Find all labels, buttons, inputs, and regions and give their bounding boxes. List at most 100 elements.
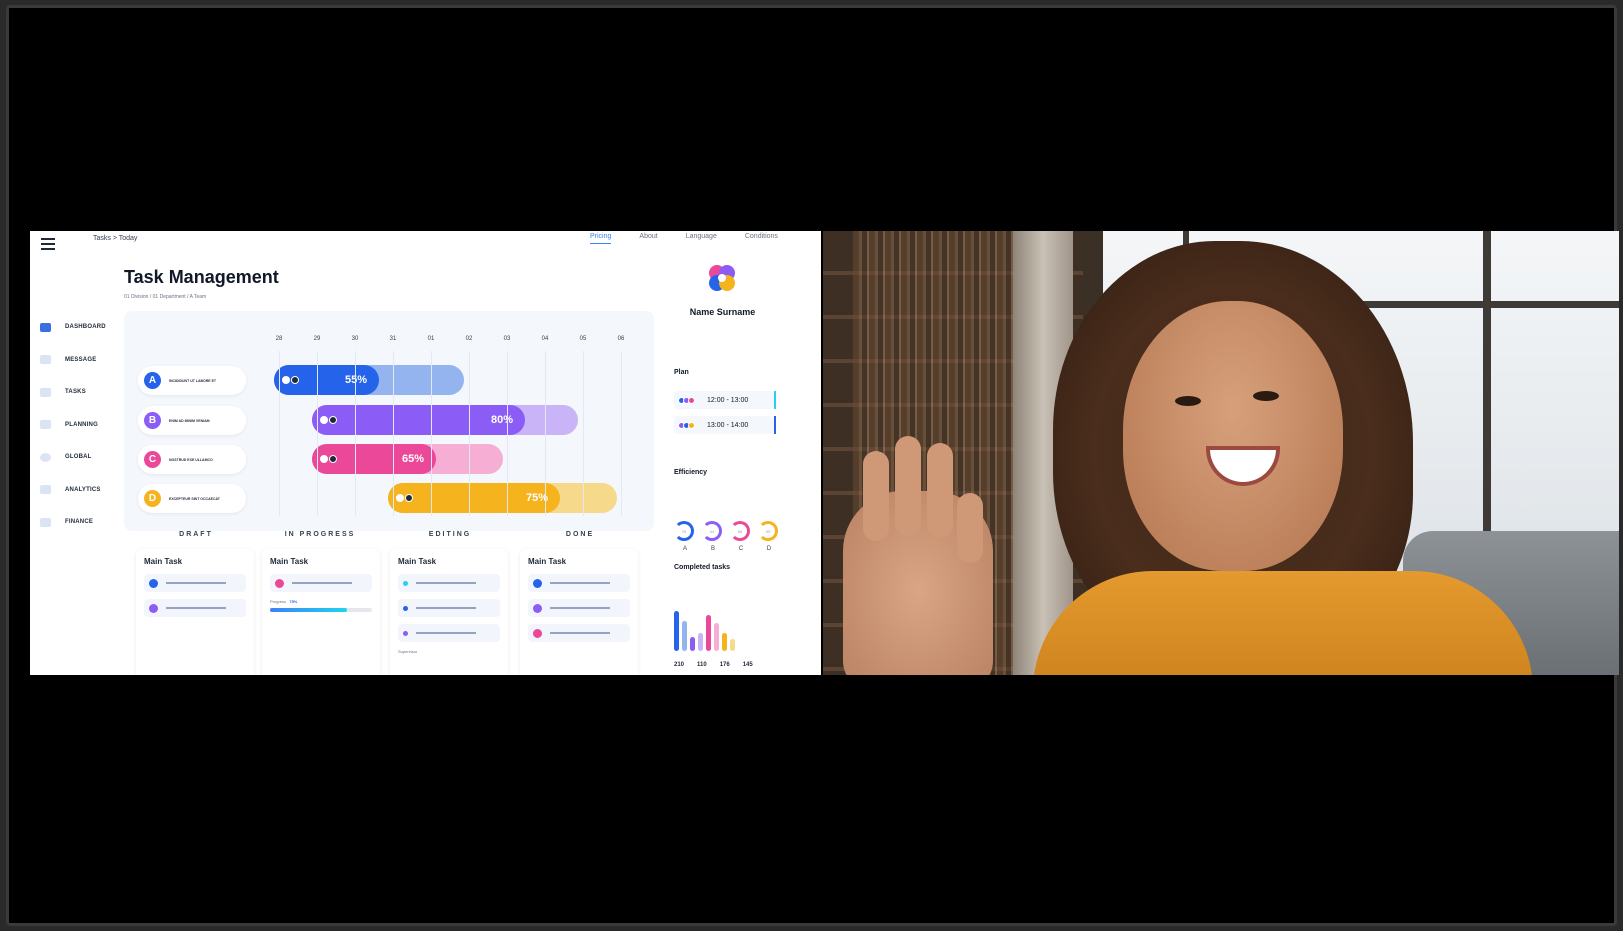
sidebar-item-label: ANALYTICS bbox=[65, 486, 101, 493]
gantt-grid-line bbox=[469, 351, 470, 516]
efficiency-rings: 75 A 44 B 68 C 55 D bbox=[674, 521, 780, 552]
completed-value: 145 bbox=[742, 662, 753, 668]
card-title: Main Task bbox=[144, 557, 183, 566]
check-icon bbox=[40, 387, 51, 397]
list-item[interactable] bbox=[528, 624, 630, 642]
supervisor-label: Supervisor bbox=[398, 649, 418, 654]
gantt-day-label: 30 bbox=[351, 336, 359, 342]
gantt-grid-line bbox=[583, 351, 584, 516]
list-item[interactable] bbox=[528, 599, 630, 617]
sidebar-item-dashboard[interactable]: DASHBOARD bbox=[40, 311, 130, 344]
list-item[interactable] bbox=[398, 624, 500, 642]
gantt-day-label: 03 bbox=[503, 336, 511, 342]
gantt-day-label: 02 bbox=[465, 336, 473, 342]
nav-pricing[interactable]: Pricing bbox=[590, 233, 612, 244]
completed-tasks-chart bbox=[674, 609, 735, 651]
kanban-card-done[interactable]: Main Task bbox=[520, 549, 638, 675]
list-item[interactable] bbox=[398, 599, 500, 617]
finger bbox=[863, 451, 889, 541]
column-header-done: DONE bbox=[565, 531, 595, 538]
column-header-draft: DRAFT bbox=[179, 531, 213, 538]
gantt-day-label: 28 bbox=[275, 336, 283, 342]
progress-bar bbox=[270, 608, 372, 612]
person-eye bbox=[1253, 391, 1279, 401]
calendar-icon bbox=[40, 420, 51, 430]
list-item[interactable] bbox=[144, 574, 246, 592]
completed-tasks-label: Completed tasks bbox=[674, 564, 731, 571]
sidebar-item-tasks[interactable]: TASKS bbox=[40, 376, 130, 409]
card-title: Main Task bbox=[270, 557, 309, 566]
gantt-day-label: 06 bbox=[617, 336, 625, 342]
kanban-card-in-progress[interactable]: Main Task Progress 75% bbox=[262, 549, 380, 675]
completed-value: 176 bbox=[719, 662, 730, 668]
task-card[interactable]: A INCIDIDUNT UT LABORE ET bbox=[138, 366, 246, 395]
plan-slot[interactable]: 12:00 - 13:00 bbox=[674, 391, 776, 409]
plan-slot[interactable]: 13:00 - 14:00 bbox=[674, 416, 776, 434]
task-avatar: A bbox=[144, 372, 161, 389]
gantt-grid-line bbox=[317, 351, 318, 516]
finger bbox=[927, 443, 953, 538]
sidebar-item-label: PLANNING bbox=[65, 421, 98, 428]
sidebar-item-label: FINANCE bbox=[65, 519, 94, 526]
finance-icon bbox=[40, 517, 51, 527]
efficiency-ring: 44 B bbox=[702, 521, 724, 552]
plan-label: Plan bbox=[674, 369, 689, 376]
gantt-day-label: 31 bbox=[389, 336, 397, 342]
sidebar-item-label: GLOBAL bbox=[65, 454, 92, 461]
kanban-board: DRAFT IN PROGRESS EDITING DONE Main Task… bbox=[124, 531, 654, 675]
progress-label: Progress 75% bbox=[270, 599, 298, 604]
profile-panel: Name Surname Plan 12:00 - 13:00 13:00 - … bbox=[666, 259, 816, 675]
kanban-card-draft[interactable]: Main Task bbox=[136, 549, 254, 675]
sidebar-item-finance[interactable]: FINANCE bbox=[40, 506, 130, 539]
column-header-in-progress: IN PROGRESS bbox=[284, 531, 356, 538]
gantt-bar-progress[interactable]: 75% bbox=[388, 483, 560, 513]
efficiency-label: Efficiency bbox=[674, 469, 708, 476]
nav-language[interactable]: Language bbox=[686, 233, 717, 244]
task-card[interactable]: B ENIM AD MINIM VENIAM bbox=[138, 406, 246, 435]
top-nav: Pricing About Language Conditions bbox=[590, 233, 778, 244]
list-item[interactable] bbox=[144, 599, 246, 617]
nav-conditions[interactable]: Conditions bbox=[745, 233, 778, 244]
completed-values: 210 110 176 145 bbox=[674, 662, 753, 668]
column-header-editing: EDITING bbox=[428, 531, 472, 538]
gantt-grid-line bbox=[621, 351, 622, 516]
top-breadcrumb: Tasks > Today bbox=[93, 235, 138, 242]
gantt-bar-progress[interactable]: 55% bbox=[274, 365, 379, 395]
gantt-bar-progress[interactable]: 80% bbox=[312, 405, 525, 435]
sidebar-item-planning[interactable]: PLANNING bbox=[40, 409, 130, 442]
gantt-grid-line bbox=[393, 351, 394, 516]
finger bbox=[895, 436, 921, 536]
list-item[interactable] bbox=[528, 574, 630, 592]
message-icon bbox=[40, 355, 51, 365]
gantt-grid-line bbox=[507, 351, 508, 516]
gantt-bar-percent: 65% bbox=[401, 453, 424, 465]
hamburger-menu-icon[interactable] bbox=[41, 235, 55, 253]
gantt-grid-line bbox=[279, 351, 280, 516]
task-management-app: Tasks > Today Pricing About Language Con… bbox=[30, 231, 821, 675]
task-avatar: D bbox=[144, 490, 161, 507]
task-name: ENIM AD MINIM VENIAM bbox=[169, 418, 210, 423]
nav-about[interactable]: About bbox=[639, 233, 657, 244]
display-frame: Tasks > Today Pricing About Language Con… bbox=[6, 5, 1619, 926]
gantt-day-label: 04 bbox=[541, 336, 549, 342]
task-card[interactable]: C NOSTRUD EXE ULLAMCO bbox=[138, 445, 246, 474]
gantt-grid-line bbox=[431, 351, 432, 516]
list-item[interactable] bbox=[270, 574, 372, 592]
completed-bar bbox=[722, 633, 727, 651]
kanban-card-editing[interactable]: Main Task Supervisor bbox=[390, 549, 508, 675]
sidebar-item-message[interactable]: MESSAGE bbox=[40, 344, 130, 377]
task-name: INCIDIDUNT UT LABORE ET bbox=[169, 378, 217, 383]
gantt-day-label: 29 bbox=[313, 336, 321, 342]
split-view: Tasks > Today Pricing About Language Con… bbox=[30, 231, 1619, 675]
task-card[interactable]: D EXCEPTEUR SINT OCCAECAT bbox=[138, 484, 246, 513]
brand-logo-icon bbox=[709, 265, 735, 291]
sidebar-item-label: MESSAGE bbox=[65, 356, 97, 363]
profile-name: Name Surname bbox=[689, 307, 756, 317]
gantt-bar-progress[interactable]: 65% bbox=[312, 444, 436, 474]
sidebar-item-analytics[interactable]: ANALYTICS bbox=[40, 474, 130, 507]
sidebar-item-global[interactable]: GLOBAL bbox=[40, 441, 130, 474]
task-name: NOSTRUD EXE ULLAMCO bbox=[169, 457, 213, 462]
sidebar-item-label: TASKS bbox=[65, 389, 86, 396]
globe-icon bbox=[40, 452, 51, 462]
list-item[interactable] bbox=[398, 574, 500, 592]
